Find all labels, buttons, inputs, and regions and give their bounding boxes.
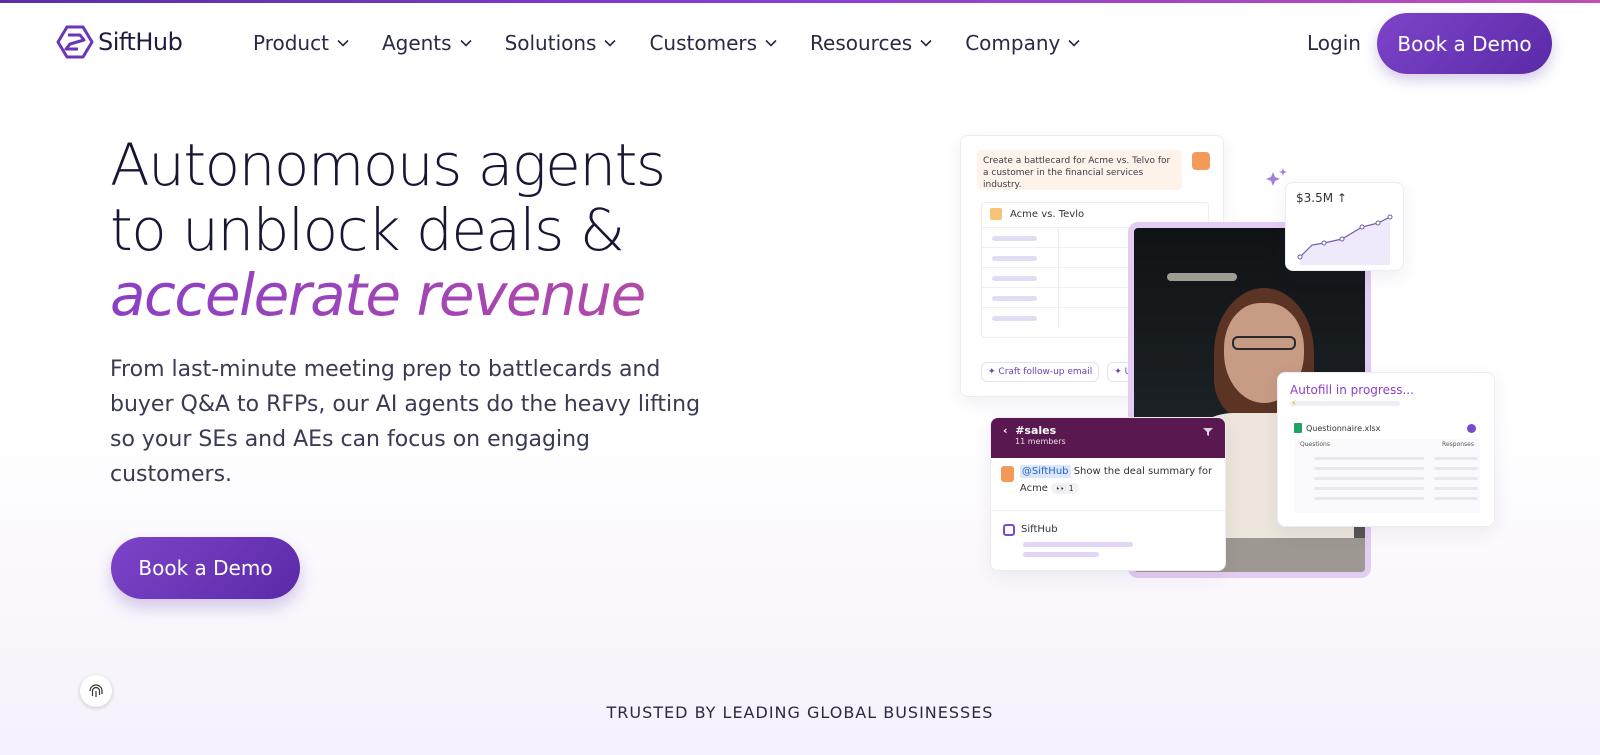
- chevron-down-icon: [920, 39, 932, 47]
- chevron-down-icon: [604, 39, 617, 47]
- lightning-icon: ⚡: [1291, 399, 1297, 408]
- brand-logo[interactable]: SiftHub: [56, 25, 183, 59]
- sifthub-logo-icon: [1003, 524, 1015, 536]
- spreadsheet-icon: [1294, 423, 1302, 433]
- nav-solutions[interactable]: Solutions: [505, 31, 617, 55]
- slack-members: 11 members: [1015, 437, 1066, 446]
- chevron-down-icon: [1068, 39, 1080, 47]
- slack-message: @SiftHub Show the deal summary for Acme …: [1001, 465, 1225, 494]
- nav-label: Company: [965, 31, 1061, 55]
- battlecard-actions: ✦ Craft follow-up email ✦ Up: [981, 362, 1144, 382]
- file-name: Questionnaire.xlsx: [1306, 423, 1381, 433]
- filter-icon: [1203, 428, 1213, 436]
- autofill-card: Autofill in progress... ⚡ Questionnaire.…: [1277, 372, 1495, 527]
- nav-resources[interactable]: Resources: [810, 31, 932, 55]
- col-questions: Questions: [1300, 441, 1330, 448]
- sparkline-chart: [1297, 214, 1393, 265]
- battlecard-table-title: Acme vs. Tevlo: [1010, 208, 1085, 220]
- brand-name: SiftHub: [98, 28, 183, 56]
- slack-header: ‹ #sales 11 members: [991, 418, 1225, 458]
- questionnaire-table: Questions Responses: [1294, 439, 1480, 513]
- sifthub-logo-icon: [56, 25, 94, 59]
- main-menu: Product Agents Solutions Customers Resou…: [253, 31, 1113, 55]
- chevron-down-icon: [337, 39, 349, 47]
- document-icon: [990, 208, 1002, 220]
- file-row: Questionnaire.xlsx: [1294, 423, 1380, 433]
- user-avatar-icon: [1001, 466, 1014, 482]
- autofill-progress: [1290, 401, 1400, 406]
- hero-title-line: Autonomous agents: [110, 131, 666, 199]
- slack-channel: ‹ #sales: [1003, 424, 1057, 437]
- hero-title-accent: accelerate revenue: [110, 263, 665, 328]
- book-demo-button[interactable]: Book a Demo: [1377, 13, 1552, 74]
- col-responses: Responses: [1442, 441, 1474, 448]
- mention: @SiftHub: [1019, 465, 1071, 478]
- metric-value: $3.5M ↑: [1296, 191, 1347, 205]
- hero-subtitle: From last-minute meeting prep to battlec…: [110, 357, 701, 487]
- nav-label: Resources: [810, 31, 913, 55]
- hero-book-demo-button[interactable]: Book a Demo: [111, 537, 300, 599]
- status-dot-icon: [1467, 424, 1476, 433]
- login-link[interactable]: Login: [1307, 31, 1361, 55]
- trusted-by-heading: TRUSTED BY LEADING GLOBAL BUSINESSES: [606, 703, 994, 722]
- hero-title-line: to unblock deals &: [110, 196, 625, 264]
- chevron-down-icon: [765, 39, 777, 47]
- nav-label: Solutions: [504, 31, 597, 55]
- autofill-title: Autofill in progress...: [1290, 383, 1414, 397]
- nav-label: Product: [253, 31, 329, 55]
- battlecard-prompt: Create a battlecard for Acme vs. Telvo f…: [977, 150, 1182, 190]
- chevron-down-icon: [459, 39, 472, 47]
- nav-customers[interactable]: Customers: [649, 31, 777, 55]
- slack-card: ‹ #sales 11 members @SiftHub Show the de…: [990, 417, 1226, 571]
- hero-title: Autonomous agents to unblock deals & acc…: [110, 131, 666, 328]
- slack-reply: SiftHub: [1001, 518, 1217, 566]
- revenue-metric-card: $3.5M ↑: [1285, 182, 1404, 271]
- reaction: 👀 1: [1051, 483, 1079, 494]
- nav-product[interactable]: Product: [253, 31, 349, 55]
- user-avatar-icon: [1192, 152, 1210, 170]
- nav-label: Agents: [381, 31, 452, 55]
- nav-company[interactable]: Company: [965, 31, 1080, 55]
- craft-email-chip[interactable]: ✦ Craft follow-up email: [981, 362, 1100, 382]
- reply-name: SiftHub: [1021, 524, 1058, 535]
- nav-label: Customers: [649, 31, 758, 55]
- site-header: SiftHub Product Agents Solutions Custome…: [0, 3, 1600, 83]
- nav-agents[interactable]: Agents: [382, 31, 472, 55]
